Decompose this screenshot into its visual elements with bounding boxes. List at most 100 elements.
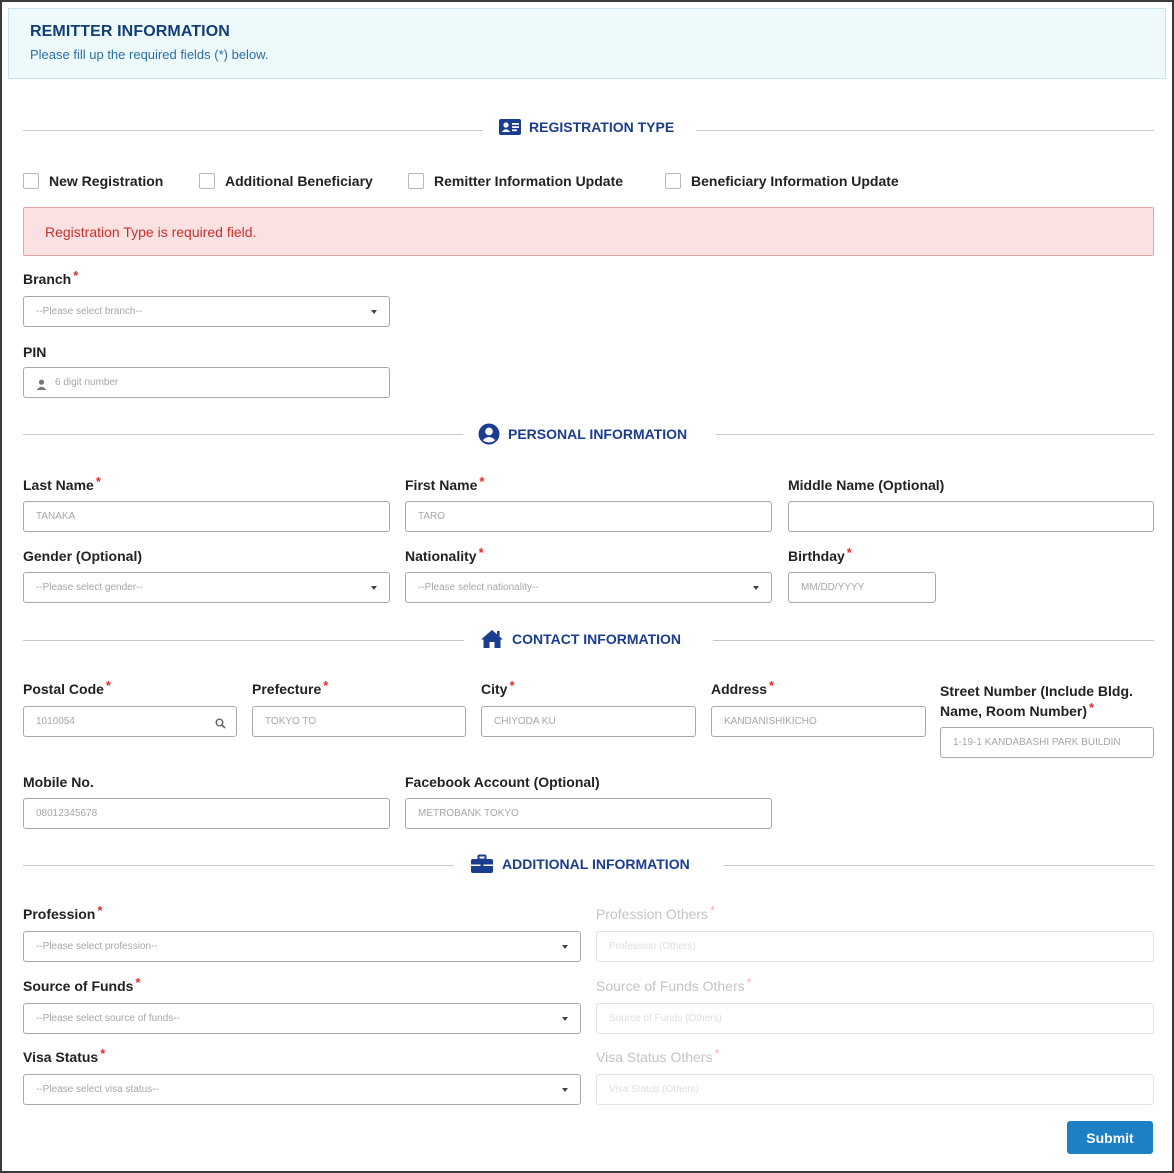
required-mark: *	[746, 975, 752, 990]
birthday-input[interactable]: MM/DD/YYYY	[788, 572, 936, 603]
postal-code-label: Postal Code *	[23, 678, 111, 697]
label-text: Mobile No.	[23, 774, 94, 790]
nationality-select[interactable]: --Please select nationality--	[405, 572, 772, 603]
input-placeholder: Profession (Others)	[609, 941, 696, 952]
divider-line	[23, 434, 463, 435]
label-text: Postal Code	[23, 681, 104, 697]
input-placeholder: KANDANISHIKICHO	[724, 716, 817, 727]
label-text: Birthday	[788, 548, 845, 564]
postal-code-input[interactable]: 1010054	[23, 706, 237, 737]
section-header: ADDITIONAL INFORMATION	[470, 854, 690, 874]
required-mark: *	[1089, 700, 1095, 715]
required-mark: *	[97, 903, 103, 918]
visa-status-others-input[interactable]: Visa Status (Others)	[596, 1074, 1154, 1105]
checkbox-new-registration[interactable]: New Registration	[23, 173, 163, 189]
input-placeholder: Source of Funds (Others)	[609, 1013, 722, 1024]
required-mark: *	[478, 545, 484, 560]
divider-line	[713, 640, 1154, 641]
address-input[interactable]: KANDANISHIKICHO	[711, 706, 926, 737]
section-header: CONTACT INFORMATION	[480, 629, 681, 649]
caret-down-icon	[562, 1088, 568, 1092]
checkbox-box[interactable]	[23, 173, 39, 189]
input-placeholder: 1010054	[36, 716, 75, 727]
gender-select[interactable]: --Please select gender--	[23, 572, 390, 603]
required-mark: *	[509, 678, 515, 693]
checkbox-box[interactable]	[408, 173, 424, 189]
checkbox-remitter-information-update[interactable]: Remitter Information Update	[408, 173, 623, 189]
divider-line	[724, 865, 1154, 866]
required-mark: *	[714, 1046, 720, 1061]
caret-down-icon	[371, 586, 377, 590]
input-placeholder: MM/DD/YYYY	[801, 582, 865, 593]
street-number-label: Street Number (Include Bldg. Name, Room …	[940, 681, 1154, 722]
divider-line	[23, 130, 483, 131]
page-subtitle: Please fill up the required fields (*) b…	[30, 47, 269, 62]
checkbox-additional-beneficiary[interactable]: Additional Beneficiary	[199, 173, 373, 189]
input-placeholder: 08012345678	[36, 808, 98, 819]
gender-label: Gender (Optional)	[23, 548, 142, 564]
input-placeholder: 1-19-1 KANDABASHI PARK BUILDIN	[953, 737, 1121, 748]
first-name-label: First Name *	[405, 474, 484, 493]
checkbox-beneficiary-information-update[interactable]: Beneficiary Information Update	[665, 173, 899, 189]
checkbox-label: New Registration	[49, 173, 164, 189]
profession-others-label: Profession Others *	[596, 903, 715, 922]
id-card-icon	[499, 119, 521, 135]
source-of-funds-select[interactable]: --Please select source of funds--	[23, 1003, 581, 1034]
last-name-label: Last Name *	[23, 474, 101, 493]
section-title: REGISTRATION TYPE	[529, 119, 675, 135]
nationality-label: Nationality *	[405, 545, 484, 564]
select-placeholder: --Please select visa status--	[36, 1084, 159, 1095]
address-label: Address *	[711, 678, 775, 697]
label-text: Source of Funds Others	[596, 978, 745, 994]
city-input[interactable]: CHIYODA KU	[481, 706, 696, 737]
user-circle-icon	[478, 423, 500, 445]
divider-line	[716, 434, 1154, 435]
label-text: Gender (Optional)	[23, 548, 142, 564]
select-placeholder: --Please select branch--	[36, 306, 143, 317]
label-text: City	[481, 681, 508, 697]
select-placeholder: --Please select source of funds--	[36, 1013, 180, 1024]
branch-label: Branch *	[23, 268, 78, 287]
checkbox-box[interactable]	[665, 173, 681, 189]
first-name-input[interactable]: TARO	[405, 501, 772, 532]
required-mark: *	[769, 678, 775, 693]
label-text: Nationality	[405, 548, 477, 564]
input-placeholder: CHIYODA KU	[494, 716, 556, 727]
source-of-funds-others-input[interactable]: Source of Funds (Others)	[596, 1003, 1154, 1034]
birthday-label: Birthday *	[788, 545, 852, 564]
label-text: Profession	[23, 906, 96, 922]
divider-line	[23, 640, 464, 641]
mobile-input[interactable]: 08012345678	[23, 798, 390, 829]
label-text: Visa Status Others	[596, 1049, 713, 1065]
search-icon[interactable]	[215, 716, 226, 732]
checkbox-box[interactable]	[199, 173, 215, 189]
divider-line	[23, 865, 454, 866]
visa-status-select[interactable]: --Please select visa status--	[23, 1074, 581, 1105]
pin-input[interactable]: 6 digit number	[23, 367, 390, 398]
prefecture-input[interactable]: TOKYO TO	[252, 706, 466, 737]
input-placeholder: 6 digit number	[55, 377, 119, 388]
profession-select[interactable]: --Please select profession--	[23, 931, 581, 962]
checkbox-label: Additional Beneficiary	[225, 173, 373, 189]
section-title: CONTACT INFORMATION	[512, 631, 682, 647]
form-header: REMITTER INFORMATION Please fill up the …	[8, 8, 1166, 79]
select-placeholder: --Please select gender--	[36, 582, 143, 593]
prefecture-label: Prefecture *	[252, 678, 328, 697]
profession-label: Profession *	[23, 903, 103, 922]
label-text: Last Name	[23, 477, 94, 493]
divider-line	[696, 130, 1154, 131]
label-text: Middle Name (Optional)	[788, 477, 945, 493]
label-text: Street Number (Include Bldg. Name, Room …	[940, 683, 1133, 719]
pin-label: PIN	[23, 344, 46, 360]
home-icon	[480, 629, 504, 649]
facebook-input[interactable]: METROBANK TOKYO	[405, 798, 772, 829]
input-placeholder: TARO	[418, 511, 446, 522]
street-number-input[interactable]: 1-19-1 KANDABASHI PARK BUILDIN	[940, 727, 1154, 758]
branch-select[interactable]: --Please select branch--	[23, 296, 390, 327]
submit-button[interactable]: Submit	[1067, 1121, 1153, 1154]
middle-name-input[interactable]	[788, 501, 1154, 532]
last-name-input[interactable]: TANAKA	[23, 501, 390, 532]
profession-others-input[interactable]: Profession (Others)	[596, 931, 1154, 962]
input-placeholder: METROBANK TOKYO	[418, 808, 519, 819]
page-title: REMITTER INFORMATION	[30, 23, 230, 40]
